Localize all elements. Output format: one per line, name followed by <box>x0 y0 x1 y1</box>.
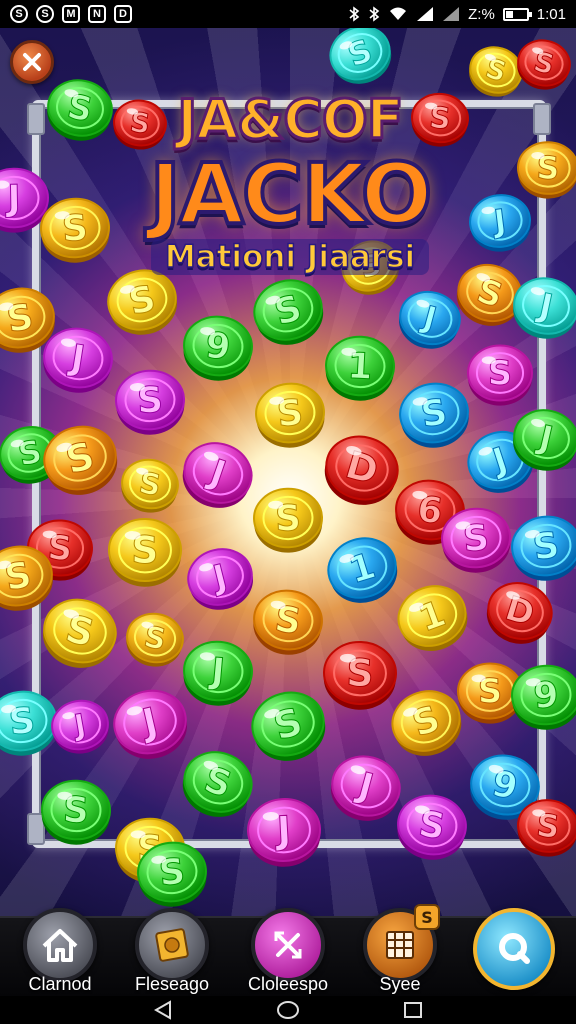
nav-search-circle[interactable] <box>473 908 555 990</box>
close-button[interactable] <box>10 40 54 84</box>
coin[interactable]: 9 <box>181 313 255 384</box>
notification-icon-1: S <box>10 5 28 23</box>
coin[interactable]: S <box>323 641 397 711</box>
coin[interactable]: J <box>393 285 466 355</box>
nav-fleseago[interactable]: Fleseago <box>116 908 228 996</box>
coin[interactable]: S <box>512 35 574 95</box>
coin[interactable]: S <box>253 487 323 554</box>
nav-syee[interactable]: S Syee <box>344 904 456 996</box>
home-button[interactable] <box>273 1000 303 1020</box>
coin[interactable]: J <box>181 639 254 709</box>
coin[interactable]: J <box>246 797 321 868</box>
coin[interactable]: S <box>245 684 333 769</box>
coin[interactable]: 1 <box>390 577 476 660</box>
coin[interactable]: S <box>108 518 182 587</box>
nav-syee-label: Syee <box>379 974 421 994</box>
nav-home[interactable]: Clarnod <box>4 908 116 996</box>
coin[interactable]: S <box>102 264 183 342</box>
coin[interactable]: S <box>115 369 186 436</box>
coin[interactable]: J <box>182 543 259 617</box>
nav-search[interactable] <box>458 908 570 996</box>
coin[interactable]: S <box>467 344 533 406</box>
status-bar: S S M N D Z:% 1:01 <box>0 0 576 28</box>
coin[interactable]: S <box>517 141 576 199</box>
notification-icon-5: D <box>114 5 132 23</box>
notification-icons: S S M N D <box>10 5 132 23</box>
back-icon <box>153 1000 171 1020</box>
vibrate-icon <box>369 6 380 22</box>
coin[interactable]: J <box>48 696 112 758</box>
coin[interactable]: S <box>323 28 399 92</box>
coin[interactable]: S <box>36 592 122 675</box>
notification-icon-3: M <box>62 5 80 23</box>
close-icon <box>23 53 41 71</box>
nav-cloleespo[interactable]: Cloleespo <box>232 908 344 996</box>
notification-icon-2: S <box>36 5 54 23</box>
nav-home-label: Clarnod <box>28 974 92 994</box>
coin[interactable]: S <box>250 586 326 659</box>
coin[interactable]: S <box>396 379 473 453</box>
nav-home-circle[interactable] <box>23 908 97 982</box>
recents-icon <box>404 1002 423 1018</box>
signal-icon-2 <box>443 7 460 21</box>
battery-icon <box>502 7 532 21</box>
nav-fleseago-circle[interactable] <box>135 908 209 982</box>
home-icon <box>42 929 78 962</box>
coin[interactable]: 1 <box>321 530 405 611</box>
clock: 1:01 <box>536 5 566 23</box>
nav-fleseago-label: Fleseago <box>134 974 210 994</box>
search-icon <box>499 933 530 964</box>
coin[interactable]: S <box>0 688 60 760</box>
game-scene[interactable]: SSSSSSSJSJSSSSSJJJ91SSSSSSJJDJS6SSSSSSJ1… <box>0 28 576 916</box>
coin[interactable]: S <box>122 609 187 671</box>
nav-cloleespo-circle[interactable] <box>251 908 325 982</box>
signal-icon <box>417 7 434 21</box>
coin[interactable]: J <box>108 684 193 766</box>
coin[interactable]: S <box>247 273 330 353</box>
home-circle-icon <box>276 1001 299 1019</box>
recents-button[interactable] <box>398 1000 428 1020</box>
cross-arrows-icon <box>274 931 302 959</box>
coin[interactable]: S <box>508 512 576 585</box>
coin[interactable]: S <box>393 791 470 865</box>
coin[interactable]: S <box>40 779 111 846</box>
coin[interactable]: D <box>480 575 559 651</box>
nav-cloleespo-label: Cloleespo <box>247 974 329 994</box>
logo-line-1: JA&COF <box>176 87 405 153</box>
coin[interactable]: D <box>317 428 405 513</box>
coin[interactable]: 9 <box>510 663 576 732</box>
game-logo: JA&COF JACKO Mationi Jiaarsi <box>100 87 480 276</box>
system-nav-bar <box>0 996 576 1024</box>
notification-icon-4: N <box>88 5 106 23</box>
coin[interactable]: J <box>175 434 260 517</box>
coin[interactable]: S <box>117 455 181 517</box>
wifi-icon <box>390 7 407 20</box>
coin[interactable]: S <box>253 380 327 451</box>
coin[interactable]: S <box>175 744 259 826</box>
grid-card-icon <box>386 931 414 959</box>
coin[interactable]: S <box>384 682 469 765</box>
bottom-nav: Clarnod Fleseago Cloleespo S Syee <box>0 904 576 996</box>
battery-percent: Z:% <box>468 5 495 23</box>
coin[interactable]: 1 <box>324 335 395 402</box>
system-icons: Z:% 1:01 <box>348 6 566 23</box>
ticket-icon <box>155 928 189 962</box>
back-button[interactable] <box>148 1000 178 1020</box>
logo-line-2: JACKO <box>148 145 435 243</box>
coin[interactable]: J <box>324 749 406 828</box>
logo-subtitle: Mationi Jiaarsi <box>150 238 430 276</box>
bluetooth-icon <box>349 6 360 22</box>
coin[interactable]: S <box>37 419 124 503</box>
nav-syee-badge: S <box>414 904 440 930</box>
